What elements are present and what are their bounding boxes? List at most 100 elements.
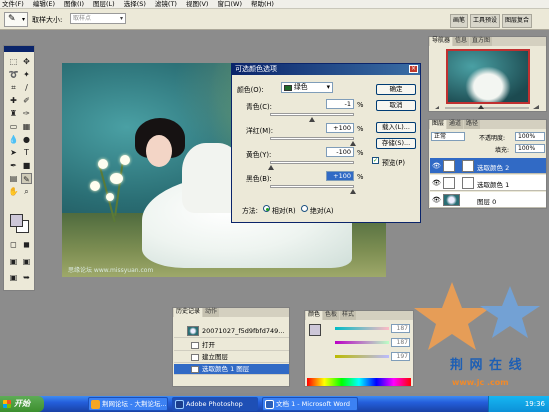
tab-histogram[interactable]: 直方图 [470, 37, 493, 46]
tab-styles[interactable]: 样式 [340, 311, 357, 320]
toolbox-grip[interactable] [4, 46, 34, 52]
foreground-color-swatch[interactable] [309, 324, 321, 336]
black-slider[interactable] [270, 185, 356, 194]
magenta-input[interactable]: +100 [326, 123, 354, 133]
colors-select[interactable]: 绿色 [281, 82, 333, 93]
blue-slider[interactable] [335, 355, 389, 358]
marquee-tool-icon[interactable]: ⬚ [8, 56, 19, 67]
ok-button[interactable]: 确定 [376, 84, 416, 95]
screen-mode-fullmenu-icon[interactable]: ▣ [8, 272, 19, 283]
layer-row[interactable]: 👁 选取颜色 1 [430, 175, 546, 191]
layer-row[interactable]: 👁 选取颜色 2 [430, 158, 546, 174]
close-icon[interactable]: × [409, 65, 418, 73]
color-spectrum-ramp[interactable] [307, 378, 411, 386]
menu-view[interactable]: 视图(V) [186, 0, 209, 8]
layer-row[interactable]: 👁 图层 0 [430, 192, 546, 208]
dialog-titlebar[interactable]: 可选颜色选项 × [232, 64, 420, 75]
navigator-zoom-slider[interactable] [433, 105, 543, 110]
layer-mask-thumbnail[interactable] [462, 160, 474, 172]
black-slider-thumb[interactable] [350, 189, 356, 194]
preview-checkbox[interactable]: ✓ [372, 157, 379, 164]
history-row[interactable]: 选取颜色 1 图层 [174, 364, 289, 375]
hand-tool-icon[interactable]: ✋ [8, 186, 19, 197]
tab-paths[interactable]: 路径 [464, 120, 481, 129]
tab-info[interactable]: 信息 [453, 37, 470, 46]
slice-tool-icon[interactable]: ∕ [21, 82, 32, 93]
black-input[interactable]: +100 [326, 171, 354, 181]
taskbar-button-browser[interactable]: 荆网论坛 - 大荆论坛... [88, 397, 168, 411]
menu-layer[interactable]: 图层(L) [93, 0, 115, 8]
magic-wand-icon[interactable]: ✦ [21, 69, 32, 80]
foreground-color-swatch[interactable] [10, 214, 23, 227]
tab-swatches[interactable]: 色板 [323, 311, 340, 320]
history-brush-icon[interactable]: ✑ [21, 108, 32, 119]
fill-input[interactable]: 100% [515, 144, 545, 153]
sample-size-select[interactable]: 取样点 [70, 13, 126, 24]
save-button[interactable]: 存储(S)... [376, 138, 416, 149]
type-tool-icon[interactable]: T [21, 147, 32, 158]
path-selection-icon[interactable]: ➤ [8, 147, 19, 158]
cyan-input[interactable]: -1 [326, 99, 354, 109]
clock[interactable]: 19:36 [525, 400, 545, 408]
green-slider[interactable] [335, 341, 389, 344]
tab-actions[interactable]: 动作 [203, 308, 220, 317]
eraser-tool-icon[interactable]: ▭ [8, 121, 19, 132]
shape-tool-icon[interactable]: ■ [21, 160, 32, 171]
blend-mode-select[interactable]: 正常 [431, 132, 465, 141]
menu-filter[interactable]: 滤镜(T) [155, 0, 177, 8]
tab-history[interactable]: 历史记录 [174, 308, 203, 317]
start-button[interactable]: 开始 [0, 396, 44, 412]
tool-preset-picker[interactable]: ✎ ▾ [4, 12, 28, 27]
quick-mask-off-icon[interactable]: ◻ [8, 239, 19, 250]
layer-mask-thumbnail[interactable] [462, 177, 474, 189]
history-snapshot[interactable]: 20071027_f5d9fbfd749... [174, 324, 289, 338]
cancel-button[interactable]: 取消 [376, 100, 416, 111]
taskbar-button-photoshop[interactable]: Adobe Photoshop [172, 397, 258, 411]
jump-to-imageready-icon[interactable]: ➥ [21, 272, 32, 283]
eye-icon[interactable]: 👁 [432, 162, 441, 170]
well-tab-tool-presets[interactable]: 工具预设 [470, 14, 501, 28]
history-row[interactable]: 打开 [174, 340, 289, 351]
cyan-slider-thumb[interactable] [308, 117, 315, 122]
blue-value[interactable]: 197 [391, 352, 410, 361]
red-slider[interactable] [335, 327, 389, 330]
tab-channels[interactable]: 通道 [447, 120, 464, 129]
eye-icon[interactable]: 👁 [432, 196, 441, 204]
yellow-slider[interactable] [268, 161, 354, 170]
opacity-input[interactable]: 100% [515, 132, 545, 141]
quick-mask-on-icon[interactable]: ◼ [21, 239, 32, 250]
crop-tool-icon[interactable]: ⌗ [8, 82, 19, 93]
method-absolute-radio[interactable] [301, 205, 308, 212]
green-value[interactable]: 187 [391, 338, 410, 347]
tab-navigator[interactable]: 导航器 [430, 37, 453, 46]
screen-mode-full-icon[interactable]: ▣ [21, 256, 32, 267]
well-tab-layer-comps[interactable]: 图层复合 [502, 14, 533, 28]
magenta-slider-thumb[interactable] [350, 141, 356, 146]
menu-file[interactable]: 文件(F) [2, 0, 24, 8]
menu-help[interactable]: 帮助(H) [251, 0, 274, 8]
red-value[interactable]: 187 [391, 324, 410, 333]
move-tool-icon[interactable]: ✥ [21, 56, 32, 67]
navigator-thumbnail[interactable] [446, 49, 530, 104]
tab-layers[interactable]: 图层 [430, 120, 447, 129]
eyedropper-tool-icon[interactable]: ✎ [21, 173, 32, 184]
tab-color[interactable]: 颜色 [306, 311, 323, 320]
gradient-tool-icon[interactable]: ▦ [21, 121, 32, 132]
pen-tool-icon[interactable]: ✒ [8, 160, 19, 171]
yellow-input[interactable]: -100 [326, 147, 354, 157]
blur-tool-icon[interactable]: 💧 [8, 134, 19, 145]
eye-icon[interactable]: 👁 [432, 179, 441, 187]
dodge-tool-icon[interactable]: ● [21, 134, 32, 145]
taskbar-button-word[interactable]: 文档 1 - Microsoft Word [262, 397, 358, 411]
menu-select[interactable]: 选择(S) [124, 0, 146, 8]
load-button[interactable]: 载入(L)... [376, 122, 416, 133]
notes-tool-icon[interactable]: ▤ [8, 173, 19, 184]
yellow-slider-thumb[interactable] [268, 165, 274, 170]
lasso-tool-icon[interactable]: ➰ [8, 69, 19, 80]
well-tab-brushes[interactable]: 画笔 [450, 14, 469, 28]
screen-mode-standard-icon[interactable]: ▣ [8, 256, 19, 267]
history-row[interactable]: 建立图层 [174, 352, 289, 363]
method-relative-radio[interactable] [263, 205, 270, 212]
menu-window[interactable]: 窗口(W) [217, 0, 242, 8]
magenta-slider[interactable] [270, 137, 356, 146]
